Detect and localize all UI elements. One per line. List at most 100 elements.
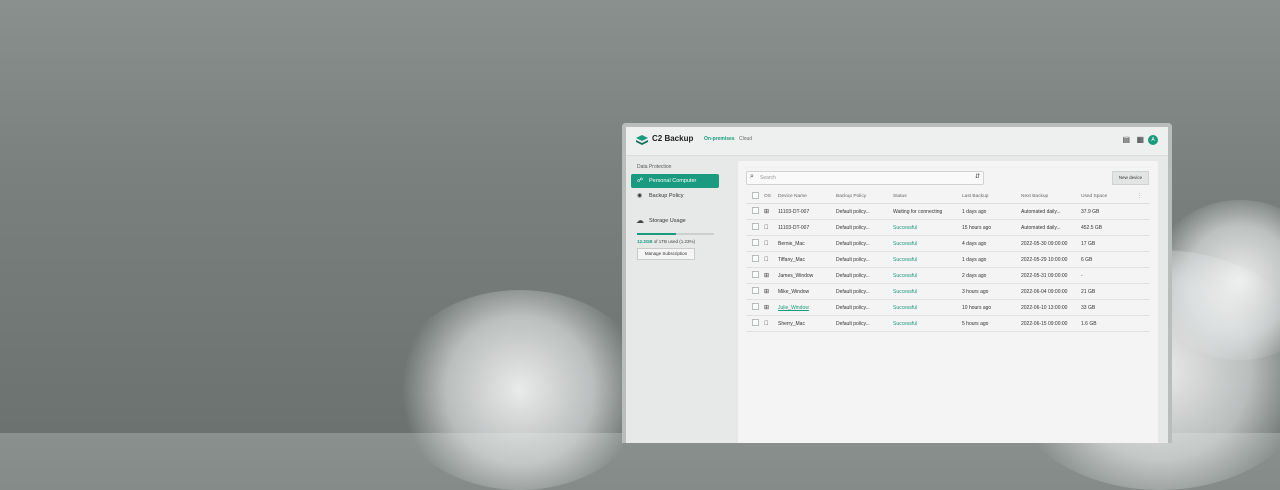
row-checkbox[interactable] bbox=[752, 223, 759, 230]
select-all-checkbox[interactable] bbox=[752, 191, 759, 199]
used-space: - bbox=[1081, 267, 1137, 284]
device-name[interactable]: Mike_Window bbox=[778, 283, 836, 300]
backup-policy[interactable]: Default policy... bbox=[836, 267, 893, 284]
windows-icon: ⊞ bbox=[764, 273, 770, 279]
cloud-icon: ☁ bbox=[636, 216, 644, 225]
windows-icon: ⊞ bbox=[764, 209, 770, 215]
table-row[interactable]: ⊞ 11103-DT-007 Default policy... Waiting fo… bbox=[746, 203, 1150, 220]
search-input[interactable]: Search bbox=[760, 175, 776, 181]
backup-policy[interactable]: Default policy... bbox=[836, 219, 893, 236]
column-header[interactable]: Device Name bbox=[778, 189, 836, 204]
search-bar[interactable]: ⌕ Search ⇵ bbox=[746, 171, 984, 185]
apple-icon:  bbox=[764, 257, 769, 263]
column-header[interactable]: Status bbox=[893, 189, 962, 204]
last-backup: 15 hours ago bbox=[962, 219, 1021, 236]
filter-icon[interactable]: ⇵ bbox=[975, 173, 980, 180]
row-checkbox[interactable] bbox=[752, 255, 759, 262]
backup-policy[interactable]: Default policy... bbox=[836, 235, 893, 252]
apps-grid-icon[interactable]: ▦ bbox=[1136, 135, 1144, 145]
backup-policy[interactable]: Default policy... bbox=[836, 251, 893, 268]
row-checkbox[interactable] bbox=[752, 319, 759, 326]
device-name[interactable]: 11103-DT-007 bbox=[778, 203, 836, 220]
column-header[interactable]: Next Backup bbox=[1021, 189, 1081, 204]
next-backup: 2022-06-10 13:00:00 bbox=[1021, 299, 1081, 316]
table-row[interactable]: ⊞ Mike_Window Default policy... Successful 3… bbox=[746, 283, 1150, 300]
column-header[interactable]: Backup Policy bbox=[836, 189, 893, 204]
device-name[interactable]: Sherry_Mac bbox=[778, 315, 836, 332]
c2-logo-icon bbox=[636, 135, 648, 145]
device-name[interactable]: Julie_Window bbox=[778, 299, 836, 316]
apple-icon:  bbox=[764, 241, 769, 247]
row-checkbox[interactable] bbox=[752, 271, 759, 278]
backup-policy[interactable]: Default policy... bbox=[836, 299, 893, 316]
device-name[interactable]: Tiffany_Mac bbox=[778, 251, 836, 268]
policy-icon: ◉ bbox=[637, 193, 643, 199]
column-header[interactable]: Last Backup bbox=[962, 189, 1021, 204]
used-space: 17 GB bbox=[1081, 235, 1137, 252]
sidebar: Data Protection ☍ Personal Computer ◉ Ba… bbox=[626, 155, 732, 443]
device-name[interactable]: Bernie_Mac bbox=[778, 235, 836, 252]
used-space: 33 GB bbox=[1081, 299, 1137, 316]
device-name[interactable]: 11103-DT-007 bbox=[778, 219, 836, 236]
status: Successful bbox=[893, 219, 962, 236]
table-row[interactable]: ⊞ James_Window Default policy... Successful… bbox=[746, 267, 1150, 284]
table-row[interactable]: ⊞ Julie_Window Default policy... Successful… bbox=[746, 299, 1150, 316]
sidebar-item-personal-computer[interactable]: ☍ Personal Computer bbox=[631, 174, 719, 188]
column-header[interactable]: OS bbox=[764, 189, 778, 204]
last-backup: 2 days ago bbox=[962, 267, 1021, 284]
row-checkbox[interactable] bbox=[752, 239, 759, 246]
status: Successful bbox=[893, 251, 962, 268]
row-checkbox[interactable] bbox=[752, 287, 759, 294]
next-backup: 2022-05-29 10:00:00 bbox=[1021, 251, 1081, 268]
status: Successful bbox=[893, 283, 962, 300]
avatar[interactable]: A bbox=[1148, 135, 1158, 145]
status: Successful bbox=[893, 267, 962, 284]
storage-progress-fill bbox=[637, 233, 676, 235]
table-row[interactable]:  Bernie_MacDefault policy...Successful4 … bbox=[746, 235, 1150, 252]
column-header[interactable]: Used Space bbox=[1081, 189, 1137, 204]
backup-policy[interactable]: Default policy... bbox=[836, 315, 893, 332]
tab-on-premises[interactable]: On-premises bbox=[704, 136, 735, 142]
row-checkbox[interactable] bbox=[752, 303, 759, 310]
more-options-icon[interactable]: ⋮ bbox=[1137, 189, 1150, 204]
used-space: 37.9 GB bbox=[1081, 203, 1137, 220]
status: Waiting for connecting bbox=[893, 203, 962, 220]
used-space: 6 GB bbox=[1081, 251, 1137, 268]
windows-icon: ⊞ bbox=[764, 305, 770, 311]
table-row[interactable]:  Sherry_MacDefault policy...Successful5 … bbox=[746, 315, 1150, 332]
storage-progress-bar bbox=[637, 233, 714, 235]
last-backup: 1 days ago bbox=[962, 203, 1021, 220]
next-backup: 2022-05-30 09:00:00 bbox=[1021, 235, 1081, 252]
last-backup: 5 hours ago bbox=[962, 315, 1021, 332]
last-backup: 1 days ago bbox=[962, 251, 1021, 268]
apple-icon:  bbox=[764, 321, 769, 327]
app-title: C2 Backup bbox=[652, 134, 694, 143]
last-backup: 4 days ago bbox=[962, 235, 1021, 252]
table-row[interactable]:  Tiffany_MacDefault policy...Successful1… bbox=[746, 251, 1150, 268]
tab-cloud[interactable]: Cloud bbox=[739, 136, 752, 142]
status: Successful bbox=[893, 315, 962, 332]
table-row[interactable]:  11103-DT-007Default policy...Successful… bbox=[746, 219, 1150, 236]
sidebar-item-backup-policy[interactable]: ◉ Backup Policy bbox=[631, 189, 719, 203]
section-title: Data Protection bbox=[637, 164, 672, 170]
next-backup: 2022-06-04 09:00:00 bbox=[1021, 283, 1081, 300]
windows-icon: ⊞ bbox=[764, 289, 770, 295]
document-icon[interactable]: ▤ bbox=[1122, 135, 1130, 145]
new-device-button[interactable]: New device bbox=[1112, 171, 1149, 185]
backup-policy[interactable]: Default policy... bbox=[836, 283, 893, 300]
search-icon: ⌕ bbox=[750, 173, 754, 180]
link-icon: ☍ bbox=[637, 178, 644, 184]
manage-subscription-button[interactable]: Manage Subscription bbox=[637, 248, 695, 260]
next-backup: 2022-05-31 09:00:00 bbox=[1021, 267, 1081, 284]
next-backup: Automated daily... bbox=[1021, 219, 1081, 236]
used-space: 21 GB bbox=[1081, 283, 1137, 300]
device-name[interactable]: James_Window bbox=[778, 267, 836, 284]
device-table: OS Device Name Backup Policy Status Last… bbox=[746, 189, 1150, 332]
storage-usage-text: 12.3GB of 1TB used (1.23%) bbox=[637, 239, 696, 244]
used-space: 1.6 GB bbox=[1081, 315, 1137, 332]
cloud-decoration bbox=[390, 290, 650, 490]
backup-policy[interactable]: Default policy... bbox=[836, 203, 893, 220]
row-checkbox[interactable] bbox=[752, 207, 759, 214]
top-bar: C2 Backup On-premises Cloud ▤ ▦ A bbox=[626, 127, 1168, 156]
next-backup: Automated daily... bbox=[1021, 203, 1081, 220]
